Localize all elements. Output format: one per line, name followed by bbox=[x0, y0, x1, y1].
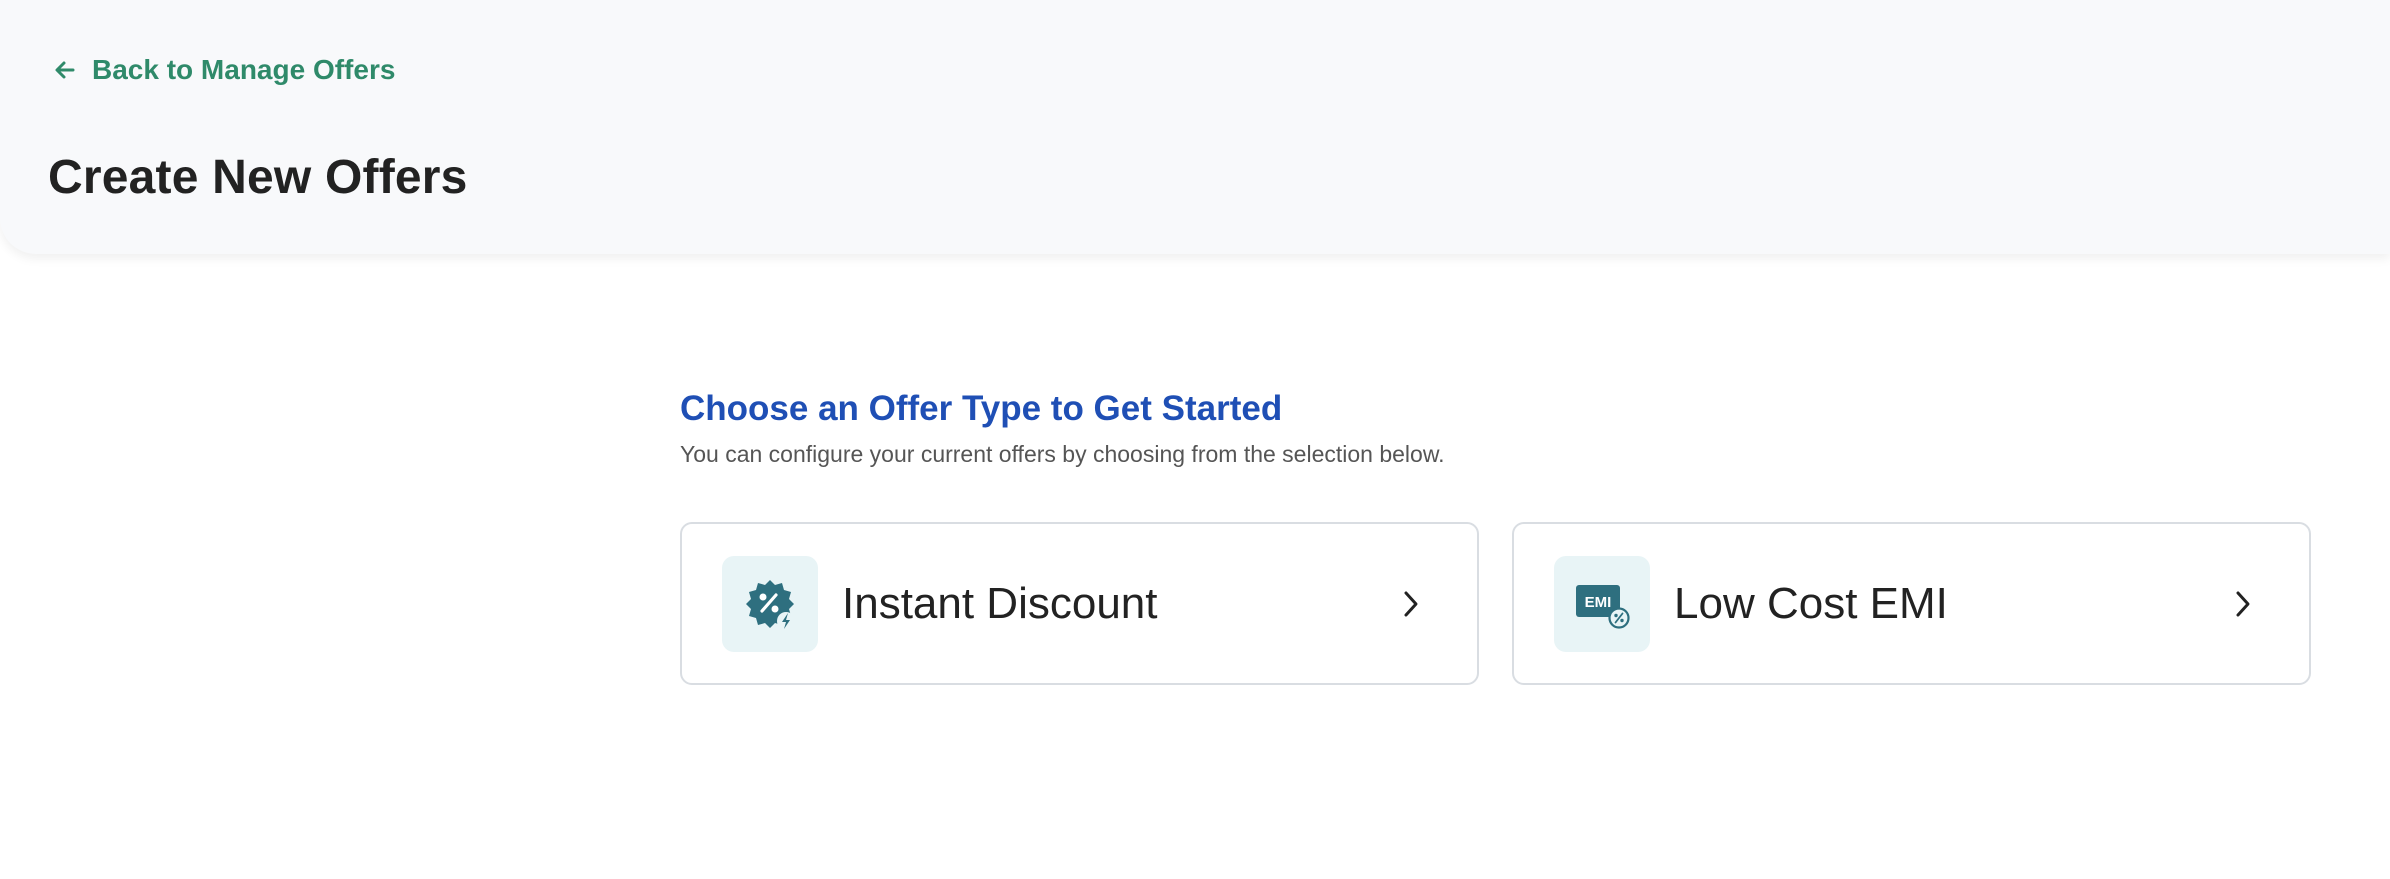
offer-type-intro: Choose an Offer Type to Get Started You … bbox=[680, 386, 2312, 470]
instant-discount-label: Instant Discount bbox=[842, 578, 1158, 628]
chevron-right-icon bbox=[1404, 591, 1418, 616]
page-title: Create New Offers bbox=[48, 151, 468, 204]
instant-discount-icon-box bbox=[722, 555, 818, 652]
section-title: Choose an Offer Type to Get Started bbox=[680, 389, 1283, 428]
offer-type-cards: Instant Discount EMI Low Cost EMI bbox=[680, 522, 2311, 685]
discount-badge-icon bbox=[746, 579, 795, 630]
instant-discount-card[interactable]: Instant Discount bbox=[680, 522, 1479, 685]
page-header: Back to Manage Offers Create New Offers bbox=[0, 0, 2390, 254]
back-link-label: Back to Manage Offers bbox=[92, 54, 396, 85]
low-cost-emi-label: Low Cost EMI bbox=[1674, 578, 1948, 628]
low-cost-emi-icon-box: EMI bbox=[1554, 555, 1650, 652]
emi-icon: EMI bbox=[1576, 584, 1630, 629]
section-subtitle: You can configure your current offers by… bbox=[680, 441, 1445, 467]
emi-icon-text: EMI bbox=[1585, 594, 1612, 611]
back-to-manage-offers-link[interactable]: Back to Manage Offers bbox=[54, 54, 395, 86]
chevron-right-icon bbox=[2236, 591, 2250, 616]
arrow-left-icon bbox=[55, 61, 75, 79]
low-cost-emi-card[interactable]: EMI Low Cost EMI bbox=[1512, 522, 2311, 685]
